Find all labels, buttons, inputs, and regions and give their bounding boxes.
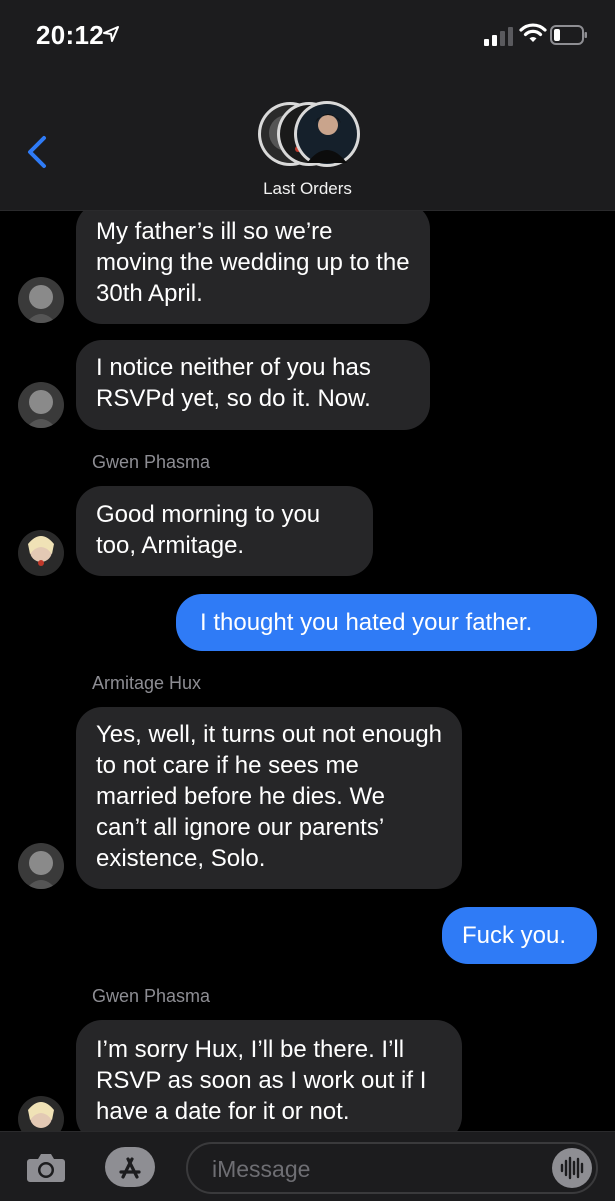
- group-title[interactable]: Last Orders: [0, 179, 615, 199]
- status-time: 20:12: [36, 20, 104, 50]
- wifi-icon: [519, 23, 547, 42]
- message-bubble[interactable]: My father’s ill so we’re moving the wedd…: [76, 211, 430, 324]
- location-arrow-icon: [103, 26, 119, 42]
- group-avatars[interactable]: [257, 97, 361, 171]
- message-bubble[interactable]: I’m sorry Hux, I’ll be there. I’ll RSVP …: [76, 1020, 462, 1131]
- app-store-icon[interactable]: [104, 1146, 156, 1188]
- avatar: [18, 843, 64, 889]
- message-input[interactable]: iMessage: [186, 1142, 598, 1194]
- audio-message-icon[interactable]: [552, 1148, 592, 1188]
- message-bubble-outgoing[interactable]: Fuck you.: [442, 907, 597, 964]
- avatar: [18, 1096, 64, 1131]
- group-avatar-front: [294, 101, 360, 167]
- message-bubble[interactable]: Yes, well, it turns out not enough to no…: [76, 707, 462, 889]
- sender-name: Gwen Phasma: [92, 452, 211, 472]
- message-bubble[interactable]: I notice neither of you has RSVPd yet, s…: [76, 340, 430, 430]
- battery-icon: [550, 25, 587, 45]
- conversation: My father’s ill so we’re moving the wedd…: [0, 211, 615, 1131]
- camera-icon[interactable]: [26, 1151, 66, 1183]
- sender-name: Armitage Hux: [92, 673, 202, 693]
- cellular-signal-icon: [484, 27, 513, 46]
- message-bubble-outgoing[interactable]: I thought you hated your father.: [176, 594, 597, 651]
- sender-name: Gwen Phasma: [92, 986, 211, 1006]
- back-chevron-icon[interactable]: [22, 132, 52, 172]
- avatar: [18, 382, 64, 428]
- message-bubble[interactable]: Good morning to you too, Armitage.: [76, 486, 373, 576]
- message-input-placeholder: iMessage: [212, 1156, 311, 1182]
- avatar: [18, 530, 64, 576]
- avatar: [18, 277, 64, 323]
- message-composer: iMessage: [0, 1131, 615, 1201]
- navigation-header: 20:12 Last Orders: [0, 0, 615, 211]
